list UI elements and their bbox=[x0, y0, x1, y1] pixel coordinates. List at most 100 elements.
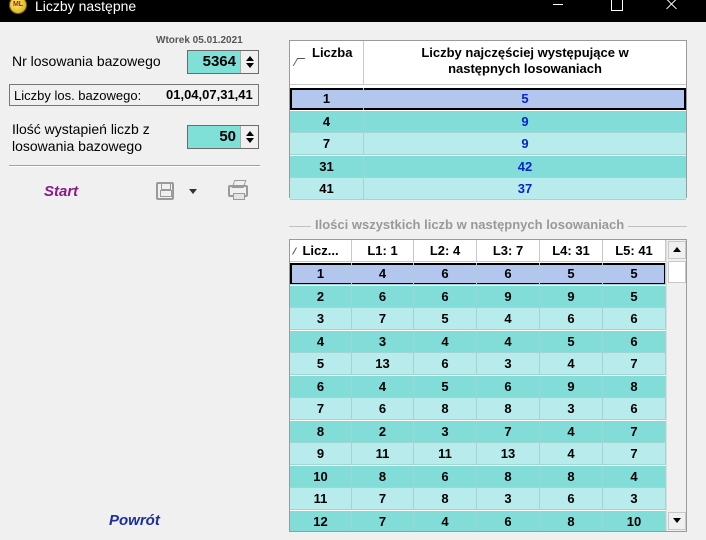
cell-frequent-value[interactable]: 37 bbox=[364, 178, 686, 200]
column-header[interactable]: L3: 7 bbox=[477, 240, 540, 262]
cell-count[interactable]: 8 bbox=[540, 510, 603, 531]
cell-count[interactable]: 7 bbox=[603, 443, 666, 465]
cell-count[interactable]: 6 bbox=[477, 510, 540, 531]
cell-number[interactable]: 7 bbox=[290, 398, 352, 420]
spin-up-icon[interactable] bbox=[246, 131, 254, 136]
table-row[interactable]: 823747 bbox=[290, 420, 666, 443]
cell-number[interactable]: 10 bbox=[290, 465, 352, 488]
cell-frequent-value[interactable]: 5 bbox=[364, 88, 686, 110]
cell-number[interactable]: 1 bbox=[290, 263, 352, 285]
cell-number[interactable]: 4 bbox=[290, 330, 352, 353]
cell-count[interactable]: 3 bbox=[540, 398, 603, 420]
cell-count[interactable]: 7 bbox=[603, 420, 666, 443]
cell-count[interactable]: 7 bbox=[477, 420, 540, 443]
cell-count[interactable]: 4 bbox=[540, 353, 603, 375]
cell-count[interactable]: 4 bbox=[477, 308, 540, 330]
cell-count[interactable]: 3 bbox=[352, 330, 414, 353]
cell-count[interactable]: 7 bbox=[352, 488, 414, 510]
table-row[interactable]: 41 37 bbox=[290, 178, 686, 200]
cell-number[interactable]: 5 bbox=[290, 353, 352, 375]
cell-count[interactable]: 4 bbox=[603, 465, 666, 488]
scroll-up-button[interactable] bbox=[668, 241, 686, 259]
table-row[interactable]: 645698 bbox=[290, 375, 666, 398]
cell-count[interactable]: 5 bbox=[603, 285, 666, 308]
table-row[interactable]: 5 13 6 3 4 7 bbox=[290, 353, 666, 375]
column-header[interactable]: L2: 4 bbox=[414, 240, 477, 262]
close-button[interactable] bbox=[650, 0, 694, 16]
cell-frequent-value[interactable]: 42 bbox=[364, 156, 686, 178]
cell-count[interactable]: 3 bbox=[477, 353, 540, 375]
minimize-button[interactable] bbox=[537, 0, 581, 16]
cell-frequent-value[interactable]: 9 bbox=[364, 133, 686, 155]
cell-number[interactable]: 9 bbox=[290, 443, 352, 465]
cell-count[interactable]: 6 bbox=[352, 398, 414, 420]
scroll-thumb[interactable] bbox=[668, 261, 686, 283]
cell-count[interactable]: 9 bbox=[477, 285, 540, 308]
cell-count[interactable]: 6 bbox=[477, 263, 540, 285]
cell-count[interactable]: 5 bbox=[603, 263, 666, 285]
cell-count[interactable]: 11 bbox=[414, 443, 477, 465]
chevron-down-icon[interactable] bbox=[189, 189, 197, 194]
cell-count[interactable]: 5 bbox=[540, 263, 603, 285]
cell-count[interactable]: 8 bbox=[477, 398, 540, 420]
cell-count[interactable]: 6 bbox=[603, 398, 666, 420]
cell-count[interactable]: 6 bbox=[603, 330, 666, 353]
table-row[interactable]: 31 42 bbox=[290, 155, 686, 178]
cell-number[interactable]: 31 bbox=[290, 155, 364, 178]
cell-count[interactable]: 10 bbox=[603, 510, 666, 531]
table-row[interactable]: 79 bbox=[290, 133, 686, 155]
cell-count[interactable]: 8 bbox=[540, 465, 603, 488]
cell-count[interactable]: 6 bbox=[414, 465, 477, 488]
cell-count[interactable]: 9 bbox=[540, 285, 603, 308]
cell-number[interactable]: 2 bbox=[290, 285, 352, 308]
cell-number[interactable]: 3 bbox=[290, 308, 352, 330]
table-row[interactable]: 15 bbox=[290, 88, 686, 110]
cell-count[interactable]: 7 bbox=[352, 308, 414, 330]
table-row[interactable]: 12 7 4 6 8 10 bbox=[290, 510, 666, 531]
cell-count[interactable]: 2 bbox=[352, 420, 414, 443]
cell-number[interactable]: 8 bbox=[290, 420, 352, 443]
table-row[interactable]: 49 bbox=[290, 110, 686, 133]
cell-frequent-value[interactable]: 9 bbox=[364, 111, 686, 133]
cell-count[interactable]: 4 bbox=[540, 443, 603, 465]
cell-count[interactable]: 4 bbox=[477, 330, 540, 353]
cell-count[interactable]: 6 bbox=[414, 353, 477, 375]
cell-count[interactable]: 8 bbox=[414, 488, 477, 510]
cell-number[interactable]: 11 bbox=[290, 488, 352, 510]
cell-number[interactable]: 12 bbox=[290, 510, 352, 531]
cell-count[interactable]: 6 bbox=[603, 308, 666, 330]
cell-count[interactable]: 6 bbox=[540, 308, 603, 330]
cell-count[interactable]: 4 bbox=[414, 510, 477, 531]
cell-count[interactable]: 6 bbox=[540, 488, 603, 510]
cell-count[interactable]: 11 bbox=[352, 443, 414, 465]
table-row[interactable]: 10 8 6 8 8 4 bbox=[290, 465, 666, 488]
scroll-down-button[interactable] bbox=[668, 512, 686, 530]
table-row[interactable]: 434456 bbox=[290, 330, 666, 353]
spin-up-icon[interactable] bbox=[246, 56, 254, 61]
column-header[interactable]: L4: 31 bbox=[540, 240, 603, 262]
column-header-frequent[interactable]: Liczby najczęściej występujące w następn… bbox=[364, 41, 686, 85]
table-row[interactable]: 768836 bbox=[290, 398, 666, 420]
table-row[interactable]: 9 11 11 13 4 7 bbox=[290, 443, 666, 465]
cell-count[interactable]: 13 bbox=[477, 443, 540, 465]
vertical-scrollbar[interactable] bbox=[666, 240, 686, 531]
start-button[interactable]: Start bbox=[44, 183, 78, 200]
cell-number[interactable]: 1 bbox=[290, 88, 364, 110]
table-row[interactable]: 146655 bbox=[290, 263, 666, 285]
cell-count[interactable]: 4 bbox=[414, 330, 477, 353]
frequent-numbers-grid[interactable]: Liczba Liczby najczęściej występujące w … bbox=[289, 40, 687, 200]
cell-count[interactable]: 5 bbox=[414, 308, 477, 330]
cell-number[interactable]: 41 bbox=[290, 178, 364, 200]
cell-count[interactable]: 6 bbox=[414, 263, 477, 285]
column-header-number[interactable]: Liczba bbox=[290, 41, 364, 85]
draw-number-arrows[interactable] bbox=[240, 51, 258, 73]
cell-count[interactable]: 6 bbox=[352, 285, 414, 308]
cell-number[interactable]: 7 bbox=[290, 133, 364, 155]
cell-count[interactable]: 7 bbox=[352, 510, 414, 531]
cell-count[interactable]: 4 bbox=[540, 420, 603, 443]
cell-count[interactable]: 4 bbox=[352, 375, 414, 398]
occurrences-value[interactable]: 50 bbox=[219, 128, 236, 145]
cell-count[interactable]: 9 bbox=[540, 375, 603, 398]
cell-number[interactable]: 6 bbox=[290, 375, 352, 398]
cell-count[interactable]: 3 bbox=[477, 488, 540, 510]
